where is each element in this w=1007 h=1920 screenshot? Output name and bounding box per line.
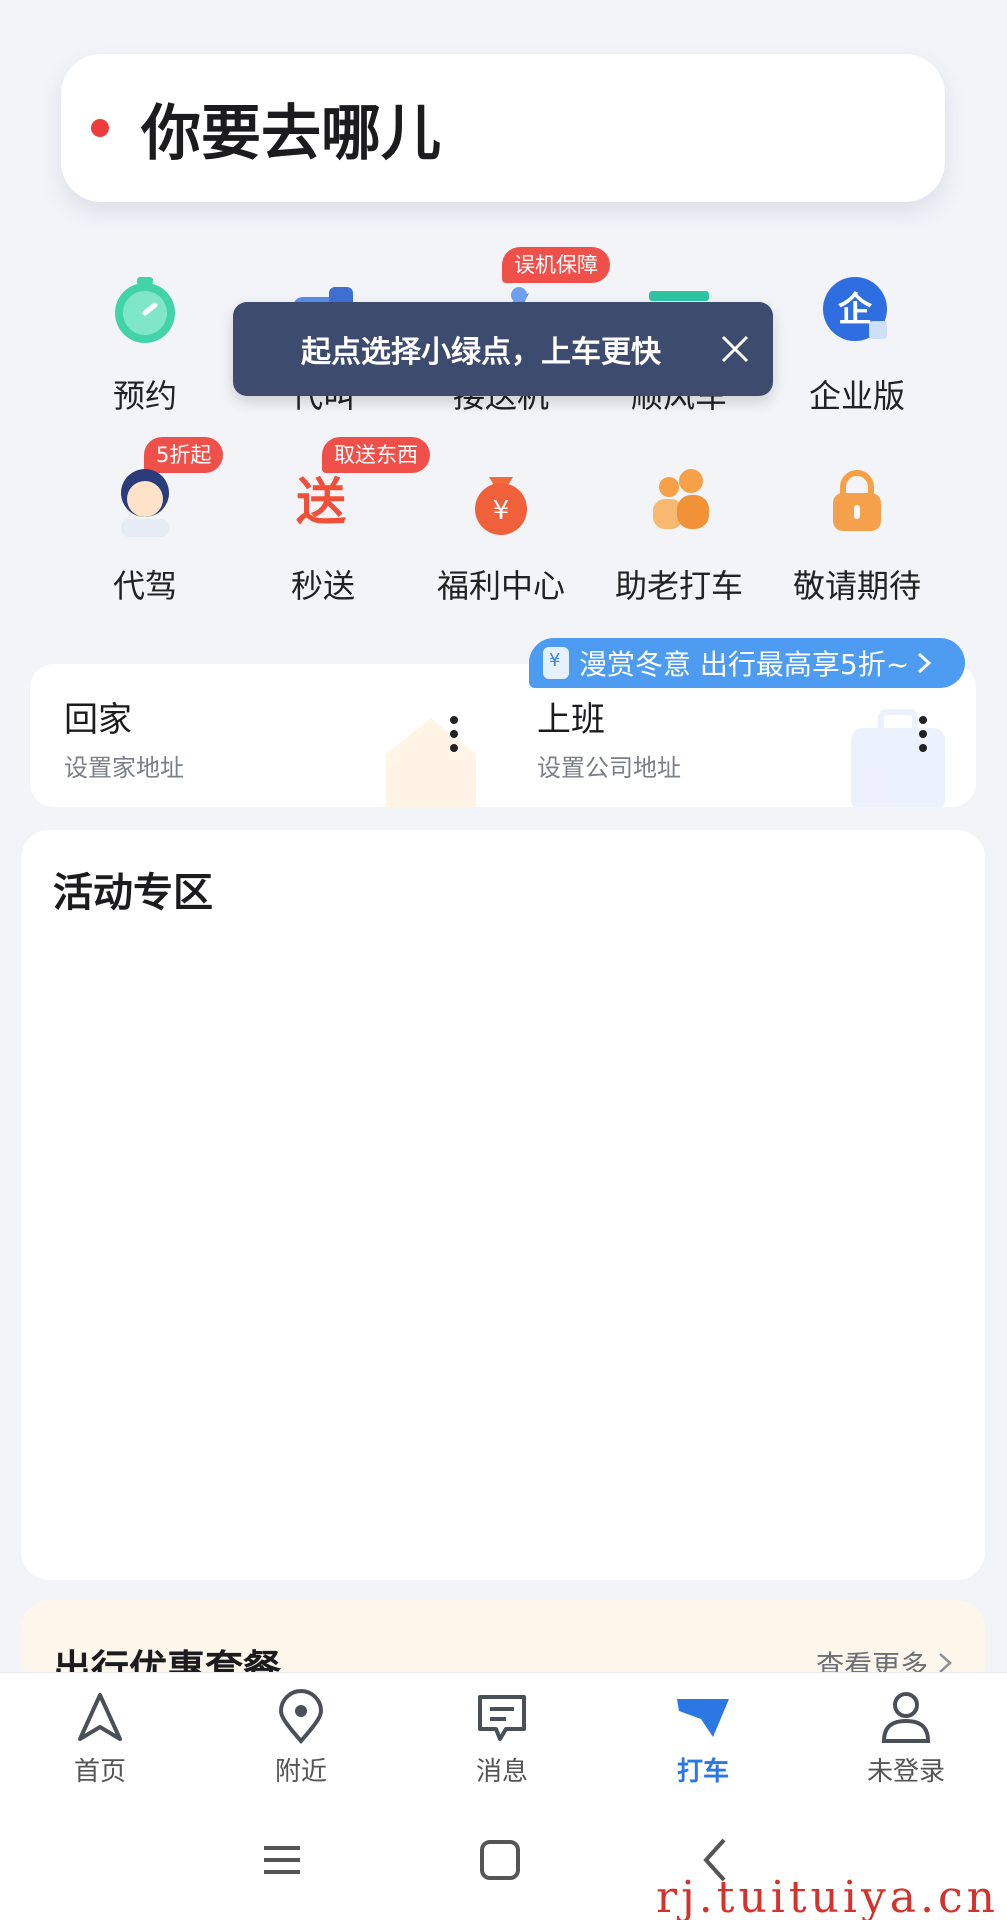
nav-label: 未登录 [866, 1757, 945, 1787]
nav-label: 首页 [73, 1757, 126, 1787]
chevron-right-icon [918, 652, 932, 674]
app-screen: 你要去哪儿 预约 代叫 误机保障 接送机 顺风车 企 企业版 5折起 代驾 取送… [0, 0, 1007, 1920]
nav-label: 打车 [676, 1757, 729, 1787]
service-label: 助老打车 [614, 567, 743, 605]
user-icon [878, 1689, 934, 1745]
service-label: 预约 [112, 377, 177, 415]
nav-home[interactable]: 首页 [40, 1689, 160, 1788]
destination-search[interactable]: 你要去哪儿 [61, 54, 945, 202]
promo-text: 漫赏冬意 出行最高享5折~ [579, 648, 910, 681]
nav-nearby[interactable]: 附近 [241, 1689, 361, 1788]
svg-text:¥: ¥ [493, 496, 510, 526]
briefcase-icon [843, 704, 953, 807]
service-label: 代驾 [112, 567, 177, 605]
service-welfare-center[interactable]: ¥ 福利中心 [412, 445, 590, 615]
enterprise-icon: 企 [819, 273, 895, 349]
more-options-icon[interactable] [448, 716, 460, 756]
svg-text:企: 企 [838, 290, 873, 330]
watermark-text: rj.tuituiya.cn [656, 1872, 999, 1920]
service-enterprise[interactable]: 企 企业版 [768, 255, 946, 425]
home-title: 回家 [64, 700, 132, 740]
nav-taxi[interactable]: 打车 [643, 1689, 763, 1788]
coin-icon [543, 647, 569, 679]
nav-label: 附近 [274, 1757, 327, 1787]
message-icon [474, 1689, 530, 1745]
service-label: 秒送 [290, 567, 355, 605]
service-label: 敬请期待 [792, 567, 921, 605]
work-subtitle: 设置公司地址 [537, 754, 681, 782]
clock-icon [107, 273, 183, 349]
service-reserve[interactable]: 预约 [56, 255, 234, 425]
money-bag-icon: ¥ [463, 463, 539, 539]
service-row-2: 5折起 代驾 取送东西 送 秒送 ¥ 福利中心 助老打车 敬请期待 [0, 437, 1007, 635]
destination-placeholder: 你要去哪儿 [141, 98, 441, 169]
pickup-tip-tooltip: 起点选择小绿点，上车更快 [233, 302, 773, 396]
tooltip-text: 起点选择小绿点，上车更快 [301, 335, 661, 370]
origin-dot-icon [91, 119, 109, 137]
close-icon[interactable] [711, 325, 759, 373]
activity-title: 活动专区 [53, 870, 213, 916]
work-title: 上班 [537, 700, 605, 740]
delivery-icon: 送 [285, 463, 361, 539]
service-designated-driver[interactable]: 5折起 代驾 [56, 437, 234, 615]
navigation-arrow-icon [72, 1689, 128, 1745]
home-square-icon[interactable] [470, 1830, 530, 1890]
service-coming-soon[interactable]: 敬请期待 [768, 445, 946, 615]
home-address[interactable]: 回家 设置家地址 [30, 664, 503, 807]
service-instant-delivery[interactable]: 取送东西 送 秒送 [234, 437, 430, 615]
nav-messages[interactable]: 消息 [442, 1689, 562, 1788]
bottom-nav: 首页 附近 消息 打车 未登录 [0, 1672, 1007, 1800]
location-pin-icon [273, 1689, 329, 1745]
more-options-icon[interactable] [917, 716, 929, 756]
svg-text:送: 送 [296, 473, 346, 531]
nav-profile[interactable]: 未登录 [846, 1689, 966, 1788]
service-label: 企业版 [808, 377, 905, 415]
lock-icon [819, 463, 895, 539]
service-label: 福利中心 [436, 567, 565, 605]
service-elder-care[interactable]: 助老打车 [590, 445, 768, 615]
promo-banner[interactable]: 漫赏冬意 出行最高享5折~ [529, 638, 965, 688]
elder-care-icon [641, 463, 717, 539]
taxi-flag-icon [675, 1689, 731, 1745]
house-icon [376, 704, 486, 807]
driver-avatar-icon [107, 463, 183, 539]
home-subtitle: 设置家地址 [64, 754, 184, 782]
menu-icon[interactable] [252, 1830, 312, 1890]
nav-label: 消息 [475, 1757, 528, 1787]
activity-zone: 活动专区 [21, 830, 985, 1580]
